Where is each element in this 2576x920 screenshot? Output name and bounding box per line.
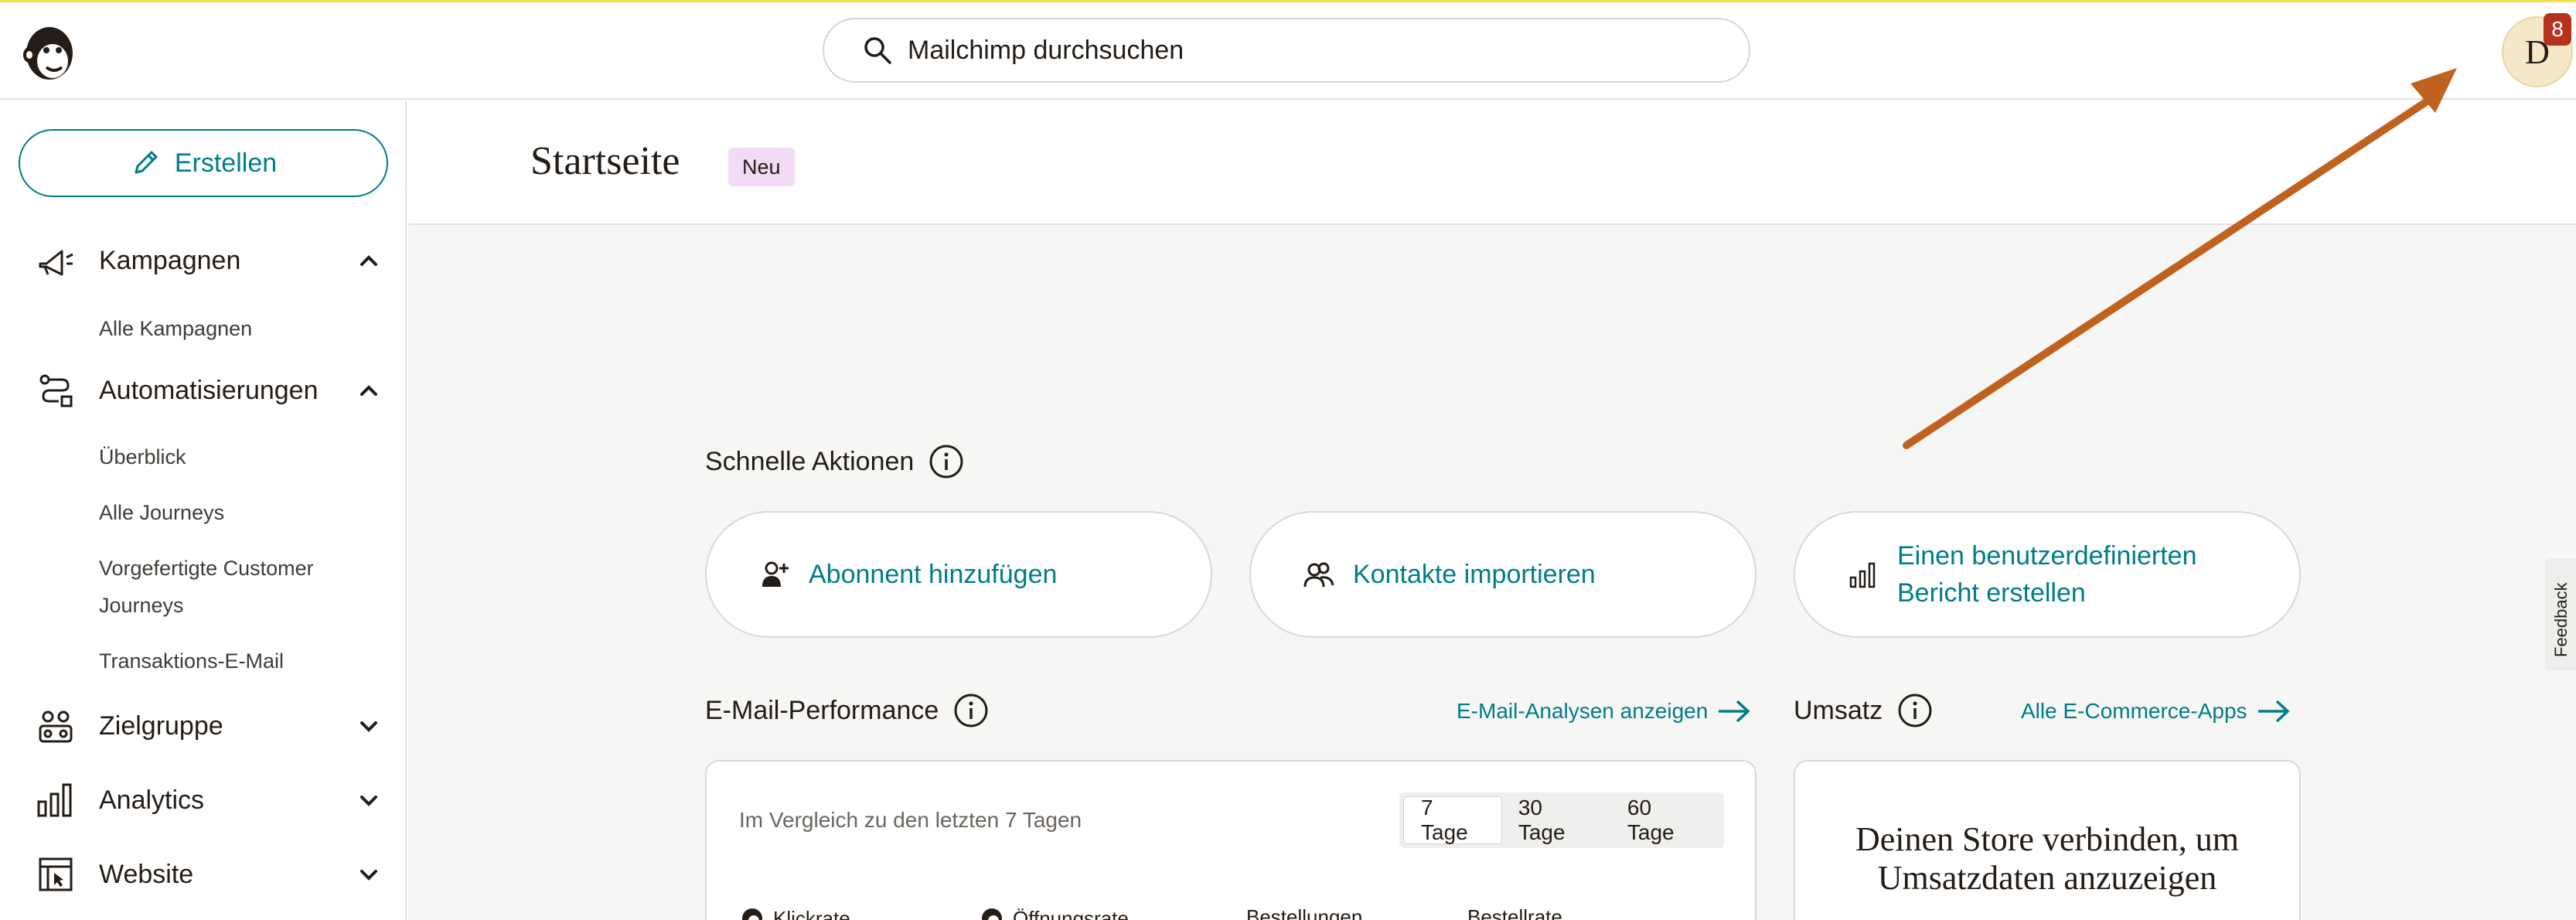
metric-klickrate: Klickrate <box>739 905 850 920</box>
quick-actions-label: Schnelle Aktionen <box>705 446 915 476</box>
custom-report-line: Einen benutzerdefinierten <box>1897 541 2197 571</box>
chevron-down-icon[interactable] <box>357 863 380 886</box>
sidebar-item-label: Automatisierungen <box>99 375 319 405</box>
website-icon <box>39 857 73 891</box>
feedback-label: Feedback <box>2551 582 2571 657</box>
sidebar-subitem-transaktions-email[interactable]: Transaktions-E-Mail <box>99 642 284 680</box>
import-contacts-card[interactable]: Kontakte importieren <box>1249 511 1757 638</box>
email-analytics-link-label: E-Mail-Analysen anzeigen <box>1457 699 1709 723</box>
metric-label: Öffnungsrate <box>1013 906 1129 920</box>
custom-report-label: Einen benutzerdefinierten Bericht erstel… <box>1897 537 2197 612</box>
mailchimp-logo-icon[interactable] <box>19 19 80 84</box>
mailchimp-icon <box>982 908 1002 920</box>
ecommerce-apps-link-label: Alle E-Commerce-Apps <box>2021 699 2247 723</box>
main-content: Startseite Neu Schnelle Aktionen Abonnen… <box>408 101 2576 920</box>
sidebar-item-label: Zielgruppe <box>99 710 223 741</box>
contacts-icon <box>1303 562 1334 588</box>
search-input[interactable] <box>908 35 1681 66</box>
info-icon[interactable] <box>928 443 965 480</box>
email-analytics-link[interactable]: E-Mail-Analysen anzeigen <box>1457 698 1751 724</box>
top-header: D 8 <box>0 2 2576 100</box>
chevron-down-icon[interactable] <box>357 714 380 738</box>
search-icon <box>864 37 891 64</box>
sidebar-item-label: Analytics <box>99 785 205 815</box>
sidebar-item-analytics[interactable]: Analytics <box>0 769 407 831</box>
range-7-days[interactable]: 7 Tage <box>1404 796 1501 844</box>
revenue-label: Umsatz <box>1794 695 1883 725</box>
connect-store-line: Deinen Store verbinden, um <box>1855 820 2240 858</box>
notification-badge: 8 <box>2544 13 2571 46</box>
chevron-up-icon[interactable] <box>357 379 380 402</box>
add-subscriber-card[interactable]: Abonnent hinzufügen <box>705 511 1212 638</box>
create-button[interactable]: Erstellen <box>19 129 388 197</box>
sidebar-subitem-alle-kampagnen[interactable]: Alle Kampagnen <box>99 310 252 347</box>
page-title: Startseite <box>530 139 680 183</box>
add-person-icon <box>762 561 789 587</box>
automation-icon <box>39 374 73 407</box>
chevron-up-icon[interactable] <box>357 249 380 272</box>
sidebar-item-label: Kampagnen <box>99 245 241 275</box>
sidebar-item-label: Website <box>99 859 194 889</box>
sidebar-subitem-ueberblick[interactable]: Überblick <box>99 438 186 475</box>
sidebar: Erstellen Kampagnen Alle Kampagnen Autom… <box>0 101 407 920</box>
connect-store-line: Umsatzdaten anzuzeigen <box>1877 859 2217 897</box>
megaphone-icon <box>39 250 73 276</box>
audience-icon <box>39 710 73 743</box>
metric-bestellungen: Bestellungen <box>1246 905 1362 920</box>
sidebar-subitem-line: Journeys <box>99 594 184 617</box>
range-30-days[interactable]: 30 Tage <box>1501 796 1610 844</box>
custom-report-card[interactable]: Einen benutzerdefinierten Bericht erstel… <box>1794 511 2301 638</box>
sidebar-item-automatisierungen[interactable]: Automatisierungen <box>0 359 407 421</box>
sidebar-subitem-alle-journeys[interactable]: Alle Journeys <box>99 494 224 531</box>
page-header: Startseite Neu <box>408 101 2576 225</box>
ecommerce-apps-link[interactable]: Alle E-Commerce-Apps <box>2021 698 2291 724</box>
pencil-icon <box>135 151 158 174</box>
add-subscriber-label: Abonnent hinzufügen <box>809 560 1058 589</box>
quick-actions-title: Schnelle Aktionen <box>705 443 965 480</box>
metric-bestellrate: Bestellrate <box>1467 905 1562 920</box>
search-bar[interactable] <box>823 18 1750 83</box>
revenue-panel: Deinen Store verbinden, um Umsatzdaten a… <box>1794 760 2301 920</box>
import-contacts-label: Kontakte importieren <box>1353 560 1596 589</box>
email-performance-label: E-Mail-Performance <box>705 695 939 725</box>
metric-oeffnungsrate: Öffnungsrate <box>979 905 1129 920</box>
sidebar-item-website[interactable]: Website <box>0 843 407 905</box>
new-badge: Neu <box>728 148 795 186</box>
info-icon[interactable] <box>952 692 990 729</box>
chevron-down-icon[interactable] <box>357 789 380 812</box>
sidebar-item-kampagnen[interactable]: Kampagnen <box>0 230 407 291</box>
range-selector: 7 Tage 30 Tage 60 Tage <box>1399 792 1724 848</box>
connect-store-heading: Deinen Store verbinden, um Umsatzdaten a… <box>1795 820 2299 898</box>
sidebar-subitem-vorgefertigte-journeys[interactable]: Vorgefertigte Customer Journeys <box>99 550 314 624</box>
bar-chart-icon <box>1849 562 1876 588</box>
arrow-right-icon <box>2257 700 2290 723</box>
arrow-right-icon <box>1719 700 1750 723</box>
sidebar-item-zielgruppe[interactable]: Zielgruppe <box>0 695 407 757</box>
email-performance-panel: Im Vergleich zu den letzten 7 Tagen 7 Ta… <box>705 760 1757 920</box>
custom-report-line: Bericht erstellen <box>1897 578 2086 608</box>
metric-label: Bestellungen <box>1246 905 1363 920</box>
create-button-label: Erstellen <box>174 148 278 178</box>
email-performance-title: E-Mail-Performance <box>705 692 990 729</box>
compare-text: Im Vergleich zu den letzten 7 Tagen <box>739 808 1082 832</box>
mailchimp-icon <box>742 908 762 920</box>
revenue-title: Umsatz <box>1794 692 1934 729</box>
info-icon[interactable] <box>1896 692 1934 729</box>
metric-label: Klickrate <box>773 906 850 920</box>
range-60-days[interactable]: 60 Tage <box>1610 796 1719 844</box>
metric-label: Bestellrate <box>1467 905 1562 920</box>
bar-chart-icon <box>37 783 72 817</box>
sidebar-subitem-line: Vorgefertigte Customer <box>99 557 314 580</box>
